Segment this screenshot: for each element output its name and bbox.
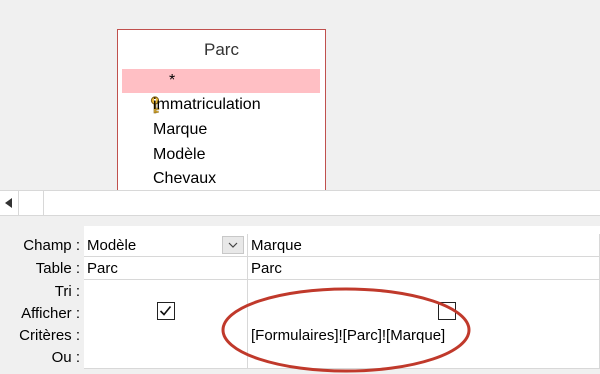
checkmark-icon xyxy=(159,305,172,316)
criteria-cell[interactable] xyxy=(84,324,248,347)
or-cell[interactable] xyxy=(84,346,248,369)
row-label-tri: Tri : xyxy=(54,283,80,300)
table-title: Parc xyxy=(204,40,239,59)
show-checkbox-unchecked[interactable] xyxy=(438,302,456,320)
query-design-pane: Parc * immatriculation Marque Modèle Che… xyxy=(0,0,600,194)
scroll-thumb[interactable] xyxy=(19,191,44,215)
show-checkbox-checked[interactable] xyxy=(157,302,175,320)
row-label-table: Table : xyxy=(35,260,80,277)
field-list-item-chevaux[interactable]: Chevaux xyxy=(122,167,320,191)
triangle-left-icon xyxy=(5,198,12,208)
field-label: Chevaux xyxy=(153,170,217,187)
field-list-item-marque[interactable]: Marque xyxy=(122,118,320,142)
show-cell[interactable] xyxy=(248,302,600,325)
criteria-cell[interactable]: [Formulaires]![Parc]![Marque] xyxy=(248,324,600,347)
field-label: * xyxy=(169,72,176,89)
field-cell[interactable]: Marque xyxy=(248,234,600,257)
horizontal-scrollbar[interactable] xyxy=(0,190,600,216)
sort-cell[interactable] xyxy=(248,280,600,303)
row-label-ou: Ou : xyxy=(51,349,80,366)
field-dropdown-button[interactable] xyxy=(222,236,244,254)
sort-cell[interactable] xyxy=(84,280,248,303)
or-cell[interactable] xyxy=(248,346,600,369)
row-label-afficher: Afficher : xyxy=(21,305,80,322)
field-label: Marque xyxy=(153,121,208,138)
scroll-left-button[interactable] xyxy=(0,191,19,215)
field-label: immatriculation xyxy=(153,96,261,113)
field-list-item-modele[interactable]: Modèle xyxy=(122,143,320,167)
field-label: Modèle xyxy=(153,146,206,163)
field-list-item-immatriculation[interactable]: immatriculation xyxy=(122,93,320,117)
table-cell[interactable]: Parc xyxy=(84,257,248,280)
chevron-down-icon xyxy=(228,242,238,248)
row-label-criteres: Critères : xyxy=(19,327,80,344)
table-cell[interactable]: Parc xyxy=(248,257,600,280)
field-list-item-all[interactable]: * xyxy=(122,69,320,93)
row-label-champ: Champ : xyxy=(23,237,80,254)
table-parc[interactable]: Parc * immatriculation Marque Modèle Che… xyxy=(117,29,326,194)
